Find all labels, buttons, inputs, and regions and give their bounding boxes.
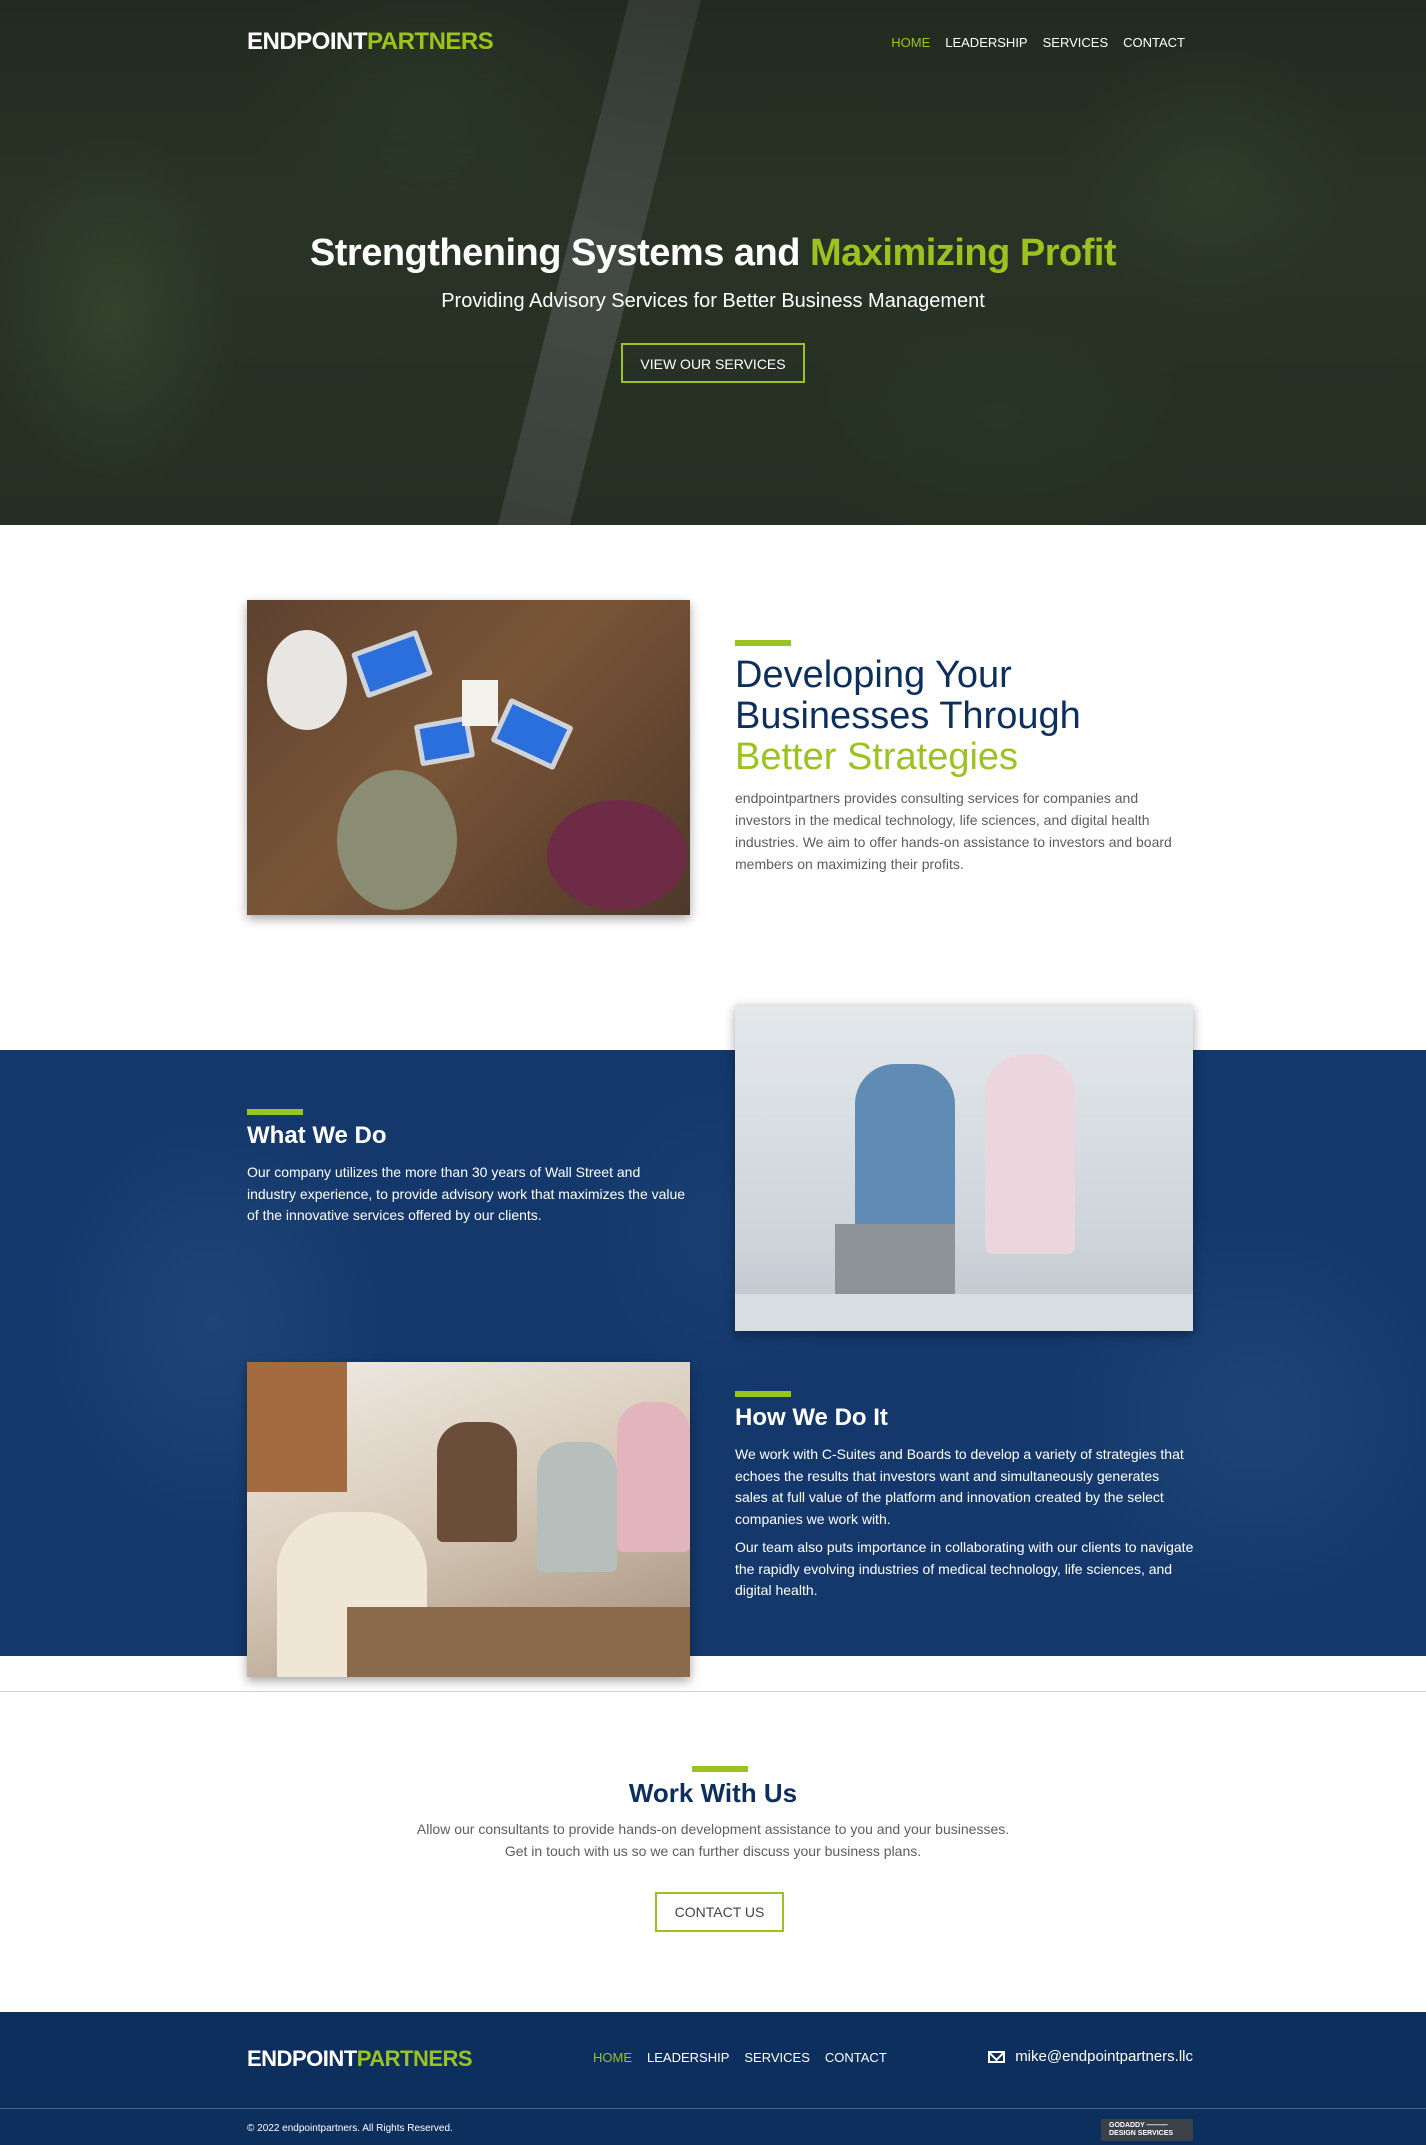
footer-nav: HOME LEADERSHIP SERVICES CONTACT [593,2050,887,2065]
person-figure [617,1402,690,1552]
person-figure [547,800,687,910]
developing-title-line2: Businesses Through [735,695,1081,737]
envelope-icon [988,2050,1006,2063]
person-figure [337,770,457,910]
hero-section: ENDPOINTPARTNERS HOME LEADERSHIP SERVICE… [0,0,1426,525]
what-we-do-title: What We Do [247,1122,387,1149]
footer-nav-contact[interactable]: CONTACT [825,2050,887,2065]
logo-text-endpoint: ENDPOINT [247,28,368,55]
how-we-do-it-text-2: Our team also puts importance in collabo… [735,1539,1194,1598]
laptop-image [350,629,434,699]
godaddy-badge[interactable]: GODADDY ——— DESIGN SERVICES [1101,2119,1193,2141]
hero-content: Strengthening Systems and Maximizing Pro… [0,232,1426,383]
blue-band [0,1050,1426,1656]
footer-email-text: mike@endpointpartners.llc [1015,2048,1193,2065]
main-nav: HOME LEADERSHIP SERVICES CONTACT [891,35,1185,50]
work-with-us-text: Allow our consultants to provide hands-o… [416,1821,1010,1859]
footer-nav-services[interactable]: SERVICES [744,2050,810,2065]
footer: ENDPOINTPARTNERS HOME LEADERSHIP SERVICE… [0,2012,1426,2145]
coworkers-whiteboard-photo [735,1004,1193,1331]
person-figure [437,1422,517,1542]
person-figure [985,1054,1075,1254]
laptop-image [490,697,574,771]
view-services-button[interactable]: VIEW OUR SERVICES [621,343,805,383]
nav-contact[interactable]: CONTACT [1123,35,1185,50]
desk [735,1294,1193,1331]
footer-nav-home[interactable]: HOME [593,2050,632,2065]
corkboard [247,1362,347,1492]
logo-text-endpoint: ENDPOINT [247,2046,357,2071]
developing-title-line1: Developing Your [735,654,1012,696]
badge-line-2: DESIGN SERVICES [1109,2130,1174,2137]
page-body: Developing Your Businesses Through Bette… [0,525,1426,2145]
nav-services[interactable]: SERVICES [1043,35,1109,50]
site-logo[interactable]: ENDPOINTPARTNERS [247,28,494,56]
accent-bar [735,640,791,646]
what-we-do-text: Our company utilizes the more than 30 ye… [247,1164,686,1223]
how-we-do-it-title: How We Do It [735,1404,888,1431]
work-with-us-title: Work With Us [628,1778,798,1808]
accent-bar [247,1109,303,1115]
footer-email-link[interactable]: mike@endpointpartners.llc [988,2048,1193,2065]
how-we-do-it-text-1: We work with C-Suites and Boards to deve… [735,1446,1184,1527]
team-meeting-photo [247,600,690,915]
nav-leadership[interactable]: LEADERSHIP [945,35,1027,50]
footer-divider [0,2108,1426,2109]
badge-line-1: GODADDY ——— [1109,2122,1168,2129]
footer-logo[interactable]: ENDPOINTPARTNERS [247,2046,473,2072]
developing-text: endpointpartners provides consulting ser… [735,790,1172,872]
logo-text-partners: PARTNERS [356,2046,473,2071]
accent-bar [735,1391,791,1397]
paper-sheet [462,680,498,726]
top-navbar: ENDPOINTPARTNERS HOME LEADERSHIP SERVICE… [0,0,1426,86]
hero-title-highlight: Maximizing Profit [810,232,1117,274]
person-figure [267,630,347,730]
person-figure [537,1442,617,1572]
hero-subtitle: Providing Advisory Services for Better B… [441,290,985,312]
section-divider [0,1691,1426,1692]
laptop-image [835,1224,955,1294]
nav-home[interactable]: HOME [891,35,930,50]
developing-title: Developing Your Businesses Through Bette… [735,655,1081,778]
footer-nav-leadership[interactable]: LEADERSHIP [647,2050,729,2065]
logo-text-partners: PARTNERS [367,28,494,55]
hero-title: Strengthening Systems and Maximizing Pro… [0,232,1426,275]
contact-us-button[interactable]: CONTACT US [655,1892,784,1932]
team-collaboration-photo [247,1362,690,1677]
table [347,1607,690,1677]
footer-copyright: © 2022 endpointpartners. All Rights Rese… [247,2123,453,2134]
developing-title-line3: Better Strategies [735,736,1019,778]
hero-title-main: Strengthening Systems and [309,232,810,274]
accent-bar [692,1766,748,1772]
